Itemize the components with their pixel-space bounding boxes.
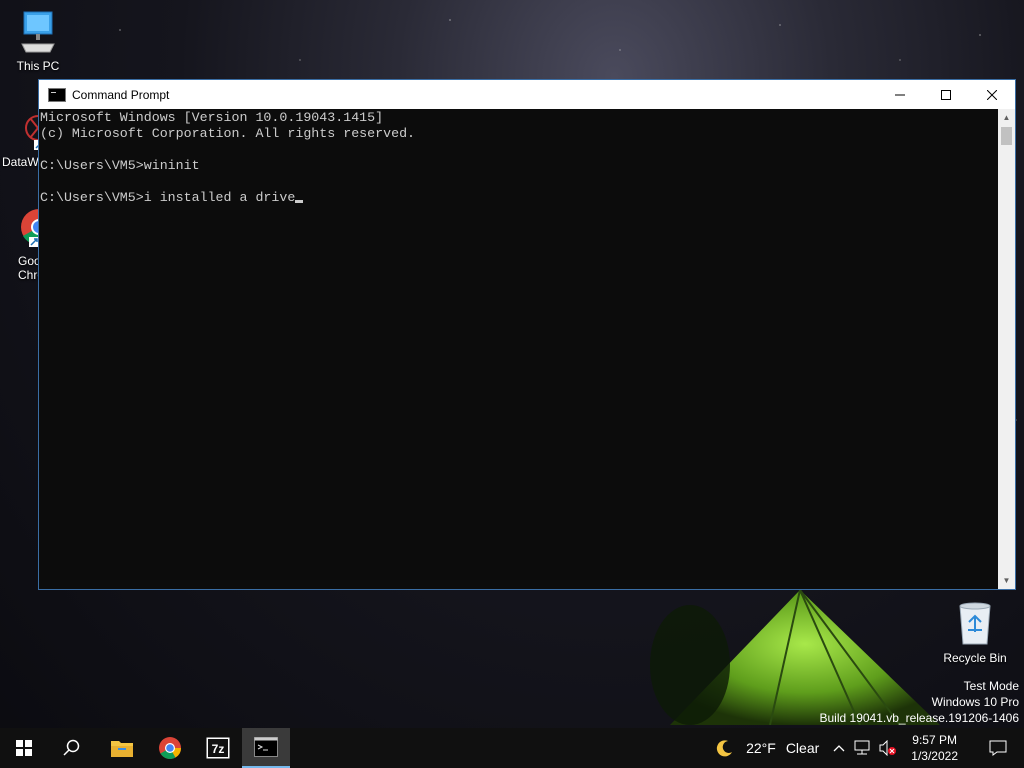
vertical-scrollbar[interactable]: ▲ ▼: [998, 109, 1015, 589]
7zip-icon: 7z: [206, 737, 230, 759]
taskbar-command-prompt[interactable]: [242, 728, 290, 768]
scroll-thumb[interactable]: [1001, 127, 1012, 145]
system-tray: 22°F Clear 9:57 PM 1/3/2022: [712, 728, 1024, 768]
maximize-button[interactable]: [923, 80, 969, 109]
folder-icon: [111, 741, 133, 757]
console-input-line[interactable]: C:\Users\VM5>i installed a drive: [40, 190, 998, 206]
minimize-button[interactable]: [877, 80, 923, 109]
watermark-line: Test Mode: [963, 679, 1019, 693]
text-cursor: [295, 200, 304, 203]
action-center-button[interactable]: [968, 728, 1024, 768]
network-icon: [854, 740, 870, 755]
computer-icon: [21, 11, 55, 53]
show-hidden-icons-button[interactable]: [829, 728, 849, 768]
console-app-icon: [48, 87, 66, 102]
console-output[interactable]: Microsoft Windows [Version 10.0.19043.14…: [39, 109, 998, 589]
taskbar-clock[interactable]: 9:57 PM 1/3/2022: [901, 732, 968, 764]
volume-muted-icon: [879, 740, 897, 756]
scroll-up-arrow-icon[interactable]: ▲: [998, 109, 1015, 126]
notification-icon: [989, 740, 1007, 756]
clock-time: 9:57 PM: [912, 733, 957, 747]
console-current-command: C:\Users\VM5>i installed a drive: [40, 190, 296, 205]
desktop-icon-this-pc[interactable]: This PC: [0, 10, 76, 73]
test-mode-watermark: Test Mode Windows 10 Pro Build 19041.vb_…: [820, 678, 1020, 726]
watermark-line: Windows 10 Pro: [931, 695, 1019, 709]
close-icon: [987, 89, 997, 100]
chevron-up-icon: [833, 745, 845, 752]
taskbar: 7z 22°F Clear 9:57 PM 1/3/2022: [0, 728, 1024, 768]
chrome-icon: [159, 737, 181, 759]
window-title: Command Prompt: [72, 87, 170, 102]
desktop-icon-label: This PC: [16, 59, 60, 73]
console-line: Microsoft Windows [Version 10.0.19043.14…: [40, 110, 384, 125]
volume-button[interactable]: [875, 728, 901, 768]
weather-widget[interactable]: 22°F Clear: [712, 728, 829, 768]
desktop-icon-label: Recycle Bin: [943, 651, 1007, 665]
taskbar-chrome[interactable]: [146, 728, 194, 768]
weather-condition: Clear: [785, 740, 820, 756]
search-icon: [63, 739, 80, 756]
weather-temperature: 22°F: [746, 740, 776, 756]
clock-date: 1/3/2022: [911, 749, 958, 763]
desktop-icon-recycle-bin[interactable]: Recycle Bin: [937, 600, 1013, 665]
window-titlebar[interactable]: Command Prompt: [39, 80, 1015, 109]
start-button[interactable]: [0, 728, 48, 768]
maximize-icon: [941, 89, 951, 100]
svg-text:7z: 7z: [212, 742, 225, 756]
watermark-line: Build 19041.vb_release.191206-1406: [819, 711, 1020, 725]
moon-icon: [716, 740, 733, 757]
search-button[interactable]: [48, 728, 96, 768]
close-button[interactable]: [969, 80, 1015, 109]
network-button[interactable]: [849, 728, 875, 768]
taskbar-7zip[interactable]: 7z: [194, 728, 242, 768]
windows-logo-icon: [16, 740, 32, 756]
taskbar-file-explorer[interactable]: [98, 728, 146, 768]
console-line: C:\Users\VM5>wininit: [40, 158, 200, 173]
minimize-icon: [895, 94, 905, 95]
scroll-down-arrow-icon[interactable]: ▼: [998, 572, 1015, 589]
console-line: (c) Microsoft Corporation. All rights re…: [40, 126, 416, 141]
console-icon: [254, 737, 278, 757]
recycle-bin-icon: [959, 602, 991, 645]
command-prompt-window[interactable]: Command Prompt Microsoft Windows [Versio…: [38, 79, 1016, 590]
